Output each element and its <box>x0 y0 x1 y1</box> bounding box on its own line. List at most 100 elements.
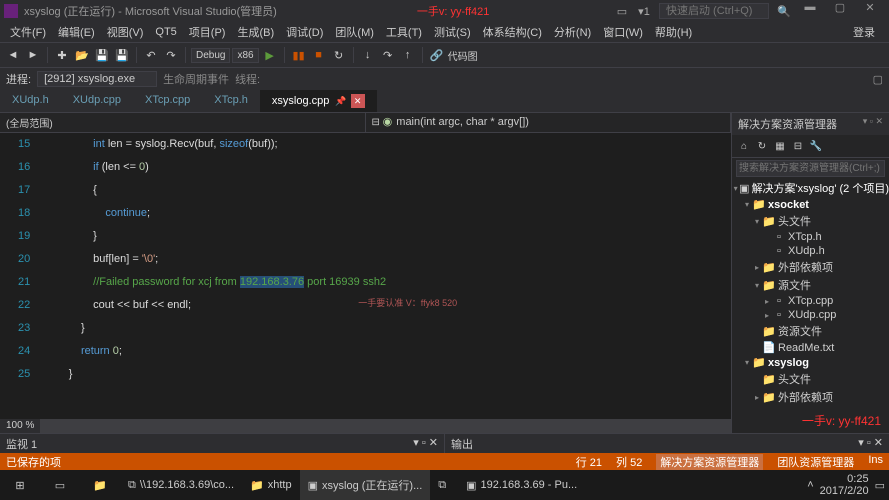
editor-tab[interactable]: XUdp.h <box>0 90 61 112</box>
restart-icon[interactable]: ↻ <box>330 46 348 64</box>
code-line[interactable]: return 0; <box>44 340 731 363</box>
menu-编辑(E)[interactable]: 编辑(E) <box>52 22 101 42</box>
menu-体系结构(C)[interactable]: 体系结构(C) <box>477 22 548 42</box>
menu-分析(N)[interactable]: 分析(N) <box>548 22 597 42</box>
sln-tree[interactable]: ▾▣解决方案'xsyslog' (2 个项目)▾📁xsocket▾📁头文件 ▫X… <box>732 179 889 408</box>
panel-close-icon[interactable]: ▾ ▫ ✕ <box>413 436 438 452</box>
redo-icon[interactable]: ↷ <box>162 46 180 64</box>
showall-icon[interactable]: ▦ <box>772 138 788 154</box>
tree-node[interactable]: ▸▫XUdp.cpp <box>732 308 889 322</box>
explorer-icon[interactable]: 📁 <box>80 470 120 500</box>
open-icon[interactable]: 📂 <box>73 46 91 64</box>
home-icon[interactable]: ⌂ <box>736 138 752 154</box>
login-button[interactable]: 登录 <box>853 24 885 40</box>
editor-tab[interactable]: XUdp.cpp <box>61 90 133 112</box>
editor-scroll-h[interactable]: 100 % <box>0 419 731 433</box>
step-over-icon[interactable]: ↷ <box>379 46 397 64</box>
taskbar-app[interactable]: ⧉\\192.168.3.69\co... <box>120 470 242 500</box>
pause-icon[interactable]: ▮▮ <box>290 46 308 64</box>
code-line[interactable]: continue; <box>44 202 731 225</box>
menu-QT5[interactable]: QT5 <box>149 24 182 40</box>
clock[interactable]: 0:252017/2/20 <box>814 473 875 497</box>
maximize-button[interactable]: ▢ <box>825 1 855 21</box>
save-icon[interactable]: 💾 <box>93 46 111 64</box>
menu-帮助(H)[interactable]: 帮助(H) <box>649 22 698 42</box>
step-into-icon[interactable]: ↓ <box>359 46 377 64</box>
tree-node[interactable]: ▫XUdp.h <box>732 244 889 258</box>
notifications-icon[interactable]: ▭ <box>611 1 633 21</box>
tree-node[interactable]: 📄ReadMe.txt <box>732 340 889 355</box>
code-line[interactable]: buf[len] = '\0'; <box>44 248 731 271</box>
search-icon[interactable]: 🔍 <box>773 1 795 21</box>
taskbar-app[interactable]: ⧉ <box>430 470 458 500</box>
menu-工具(T)[interactable]: 工具(T) <box>380 22 428 42</box>
refresh-icon[interactable]: ↻ <box>754 138 770 154</box>
sln-root[interactable]: ▾▣解决方案'xsyslog' (2 个项目) <box>732 179 889 197</box>
code-line[interactable]: if (len <= 0) <box>44 156 731 179</box>
sln-search-input[interactable] <box>736 160 885 177</box>
taskbar-app[interactable]: ▣192.168.3.69 - Pu... <box>458 470 585 500</box>
tree-node[interactable]: ▾📁源文件 <box>732 276 889 294</box>
tree-node[interactable]: 📁头文件 <box>732 370 889 388</box>
process-combo[interactable]: [2912] xsyslog.exe <box>37 71 157 87</box>
collapse-icon[interactable]: ⊟ <box>790 138 806 154</box>
new-project-icon[interactable]: ✚ <box>53 46 71 64</box>
undo-icon[interactable]: ↶ <box>142 46 160 64</box>
menu-视图(V)[interactable]: 视图(V) <box>101 22 150 42</box>
tree-node[interactable]: ▾📁xsocket <box>732 197 889 212</box>
menu-调试(D)[interactable]: 调试(D) <box>280 22 329 42</box>
step-out-icon[interactable]: ↑ <box>399 46 417 64</box>
action-center-icon[interactable]: ▭ <box>875 479 885 492</box>
tab-close-icon[interactable]: ✕ <box>351 94 365 108</box>
code-line[interactable]: } <box>44 225 731 248</box>
menu-文件(F)[interactable]: 文件(F) <box>4 22 52 42</box>
taskbar-app[interactable]: ▣xsyslog (正在运行)... <box>300 470 431 500</box>
tree-node[interactable]: ▾📁头文件 <box>732 212 889 230</box>
pin-icon[interactable]: 📌 <box>335 96 346 107</box>
code-body[interactable]: int len = syslog.Recv(buf, sizeof(buf));… <box>38 133 731 419</box>
menu-项目(P)[interactable]: 项目(P) <box>183 22 232 42</box>
minimize-button[interactable]: ▬ <box>795 1 825 21</box>
panel-close-icon[interactable]: ▾ ▫ ✕ <box>858 436 883 452</box>
menu-团队(M)[interactable]: 团队(M) <box>329 22 380 42</box>
tree-node[interactable]: ▸📁外部依赖项 <box>732 258 889 276</box>
tree-node[interactable]: 📁资源文件 <box>732 322 889 340</box>
status-panel-1[interactable]: 解决方案资源管理器 <box>656 454 763 470</box>
code-line[interactable]: //Failed password for xcj from 192.168.3… <box>44 271 731 294</box>
editor-tab[interactable]: xsyslog.cpp📌✕ <box>260 90 377 112</box>
panel-pin-icon[interactable]: ▾ ▫ ✕ <box>863 116 883 132</box>
save-all-icon[interactable]: 💾 <box>113 46 131 64</box>
zoom-level[interactable]: 100 % <box>0 419 40 433</box>
close-button[interactable]: ✕ <box>855 1 885 21</box>
code-line[interactable]: } <box>44 317 731 340</box>
platform-combo[interactable]: x86 <box>232 48 258 63</box>
editor-tab[interactable]: XTcp.h <box>202 90 260 112</box>
code-line[interactable]: { <box>44 179 731 202</box>
menu-生成(B)[interactable]: 生成(B) <box>231 22 280 42</box>
start-button[interactable]: ⊞ <box>0 470 40 500</box>
tree-node[interactable]: ▸▫XTcp.cpp <box>732 294 889 308</box>
code-line[interactable]: int len = syslog.Recv(buf, sizeof(buf)); <box>44 133 731 156</box>
quick-launch-input[interactable] <box>659 3 769 19</box>
code-line[interactable]: } <box>44 363 731 386</box>
taskbar-app[interactable]: 📁xhttp <box>242 470 300 500</box>
nav-fwd-icon[interactable]: ► <box>24 46 42 64</box>
continue-button[interactable]: ▶ <box>261 46 279 64</box>
windows-taskbar[interactable]: ⊞ ▭ 📁 ⧉\\192.168.3.69\co...📁xhttp▣xsyslo… <box>0 470 889 500</box>
editor-tab[interactable]: XTcp.cpp <box>133 90 202 112</box>
tree-node[interactable]: ▫XTcp.h <box>732 230 889 244</box>
taskview-icon[interactable]: ▭ <box>40 470 80 500</box>
scope-right-combo[interactable]: ⊟ ◉main(int argc, char * argv[]) <box>366 113 732 132</box>
tree-node[interactable]: ▾📁xsyslog <box>732 355 889 370</box>
menu-窗口(W)[interactable]: 窗口(W) <box>597 22 649 42</box>
config-combo[interactable]: Debug <box>191 48 230 63</box>
stop-icon[interactable]: ■ <box>310 46 328 64</box>
feedback-icon[interactable]: ▾1 <box>633 1 655 21</box>
properties-icon[interactable]: 🔧 <box>808 138 824 154</box>
scope-left-combo[interactable]: (全局范围) <box>0 113 366 132</box>
tree-node[interactable]: ▸📁外部依赖项 <box>732 388 889 406</box>
menu-测试(S)[interactable]: 测试(S) <box>428 22 477 42</box>
status-panel-2[interactable]: 团队资源管理器 <box>777 454 854 470</box>
nav-back-icon[interactable]: ◄ <box>4 46 22 64</box>
code-editor[interactable]: 1516171819202122232425 int len = syslog.… <box>0 133 731 419</box>
